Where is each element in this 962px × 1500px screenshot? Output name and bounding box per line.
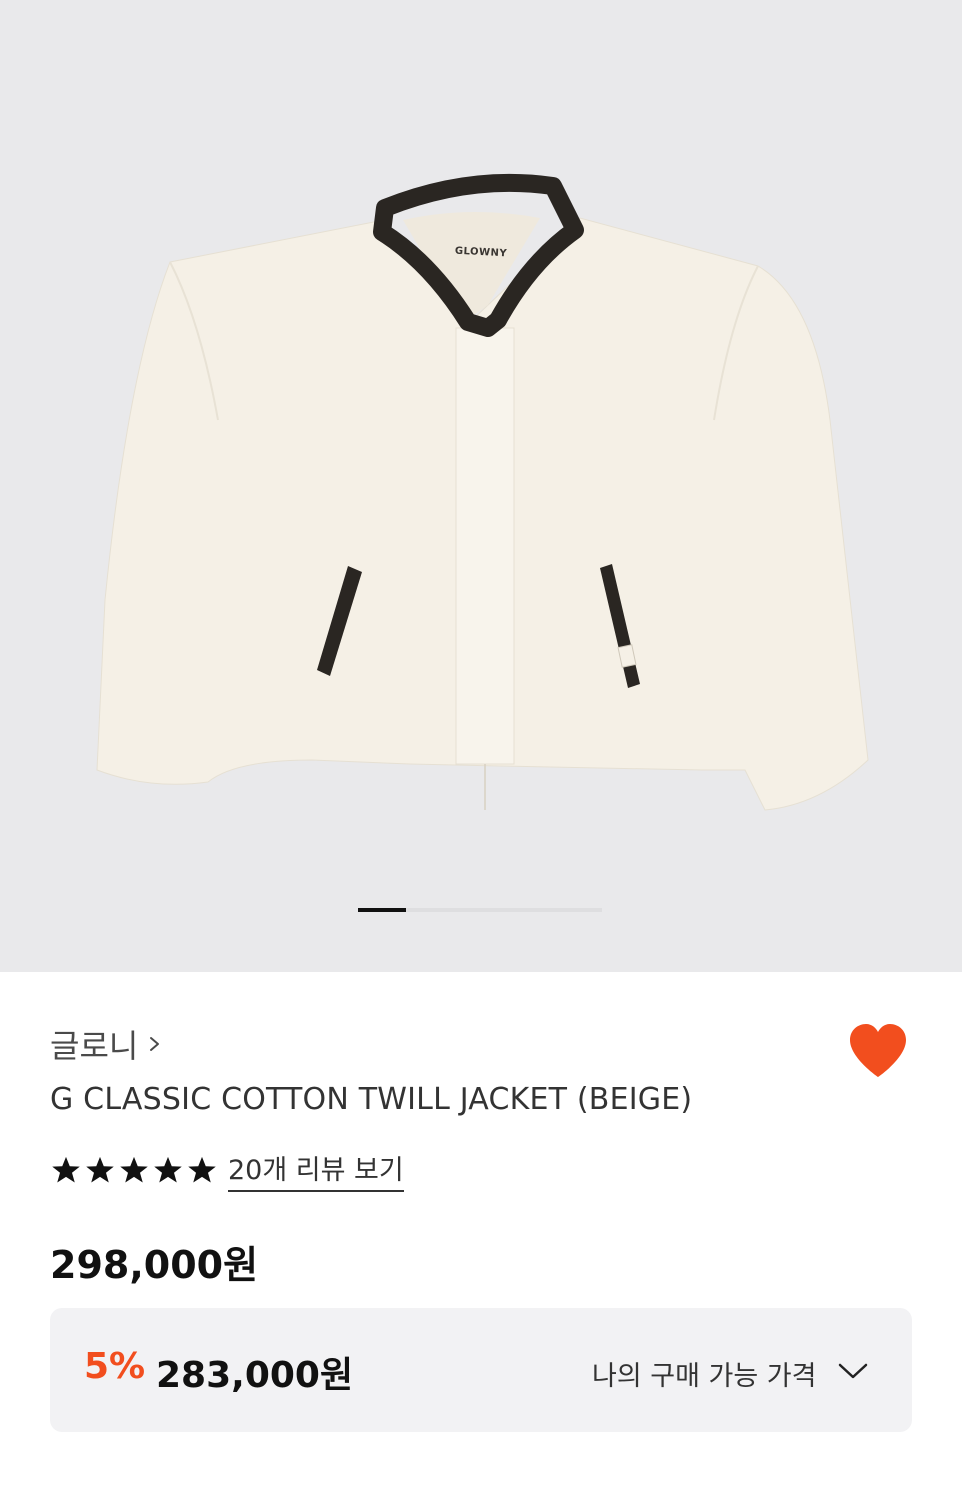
brand-link[interactable]: 글로니 bbox=[50, 1024, 162, 1065]
original-price: 298,000원 bbox=[50, 1243, 259, 1287]
brand-name: 글로니 bbox=[50, 1027, 139, 1065]
star-icon bbox=[188, 1156, 216, 1183]
review-link[interactable]: 20개 리뷰 보기 bbox=[228, 1148, 404, 1192]
rating-row: 20개 리뷰 보기 bbox=[50, 1148, 404, 1192]
star-icon bbox=[154, 1156, 182, 1183]
product-image bbox=[96, 173, 869, 811]
chevron-down-icon bbox=[838, 1363, 868, 1379]
product-image-gallery[interactable]: GLOWNY bbox=[0, 0, 962, 972]
my-price-dropdown[interactable]: 5% 283,000원 나의 구매 가능 가격 bbox=[50, 1308, 912, 1432]
my-price-label: 나의 구매 가능 가격 bbox=[592, 1361, 817, 1392]
star-rating bbox=[50, 1155, 218, 1185]
discount-rate: 5% bbox=[84, 1346, 146, 1387]
slide-indicator bbox=[358, 908, 602, 912]
star-icon bbox=[120, 1156, 148, 1183]
product-title: G CLASSIC COTTON TWILL JACKET (BEIGE) bbox=[50, 1082, 693, 1117]
sale-price: 283,000원 bbox=[156, 1355, 354, 1396]
favorite-heart-icon[interactable] bbox=[848, 1022, 908, 1080]
star-icon bbox=[86, 1156, 114, 1183]
chevron-right-icon bbox=[150, 1037, 160, 1051]
slide-indicator-active bbox=[358, 908, 406, 912]
star-icon bbox=[52, 1156, 80, 1183]
